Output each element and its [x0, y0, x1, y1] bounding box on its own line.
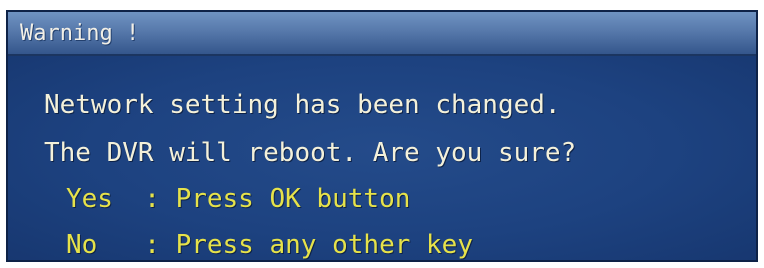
message-line-network-changed: Network setting has been changed.: [44, 90, 561, 120]
option-yes-hint: Yes : Press OK button: [66, 184, 411, 214]
dialog-body: Network setting has been changed. The DV…: [8, 56, 756, 260]
message-line-reboot-confirm: The DVR will reboot. Are you sure?: [44, 138, 577, 168]
warning-dialog: Warning ! Network setting has been chang…: [6, 10, 758, 262]
dialog-titlebar: Warning !: [8, 12, 756, 56]
dialog-title: Warning !: [20, 21, 140, 46]
option-no-hint: No : Press any other key: [66, 230, 473, 260]
